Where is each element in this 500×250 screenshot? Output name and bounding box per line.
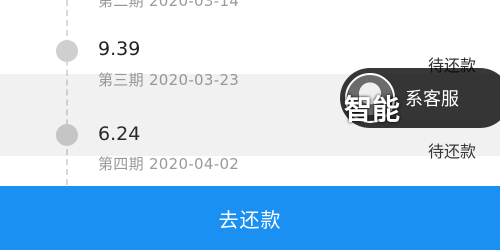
- repay-button[interactable]: 去还款: [0, 186, 500, 250]
- customer-service-label: 系客服: [405, 89, 459, 110]
- installment-period: 第四期 2020-04-02: [98, 155, 240, 173]
- installment-amount: 9.39: [98, 38, 141, 60]
- timeline-dot: [56, 40, 78, 62]
- installment-period: 第二期 2020-03-14: [98, 0, 240, 10]
- overlay-watermark-text: 智能: [344, 93, 401, 126]
